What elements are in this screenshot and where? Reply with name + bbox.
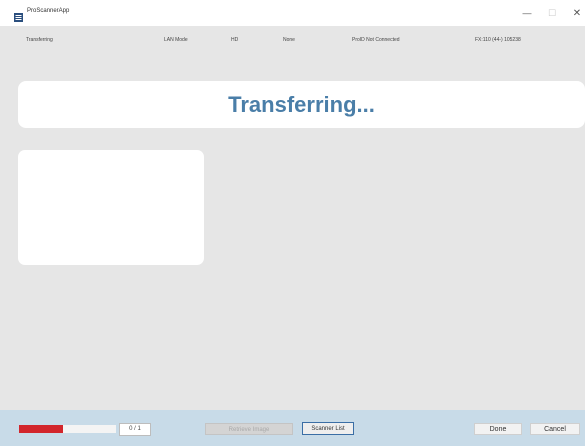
close-icon[interactable]: ✕ [570,6,584,20]
status-mode: LAN Mode [164,37,188,43]
status-quality: HD [231,37,239,43]
app-window: ProScannerApp — ☐ ✕ Transferring LAN Mod… [0,0,585,446]
title-bar: ProScannerApp — ☐ ✕ [0,0,585,26]
status-bar: Transferring LAN Mode HD None ProID Not … [0,32,585,46]
transfer-banner: Transferring... [18,81,585,128]
image-preview-card[interactable] [18,150,204,265]
bottom-toolbar: 0 / 1 Retrieve Image Scanner List Done C… [0,410,585,446]
scanner-list-button[interactable]: Scanner List [302,422,354,435]
retrieve-image-button[interactable]: Retrieve Image [205,423,293,435]
window-title: ProScannerApp [27,8,70,14]
done-button[interactable]: Done [474,423,522,435]
transfer-message: Transferring... [228,92,375,117]
image-counter: 0 / 1 [119,423,151,436]
transfer-progress-bar [19,425,116,433]
cancel-button[interactable]: Cancel [530,423,580,435]
minimize-icon[interactable]: — [520,6,534,20]
status-state: Transferring [26,37,53,43]
status-option: None [283,37,295,43]
app-icon [14,9,23,22]
maximize-icon[interactable]: ☐ [545,6,559,20]
status-device-id: FX:110 (44-) 105238 [475,37,521,43]
transfer-progress-fill [19,425,63,433]
status-connection: ProID Not Connected [352,37,400,43]
